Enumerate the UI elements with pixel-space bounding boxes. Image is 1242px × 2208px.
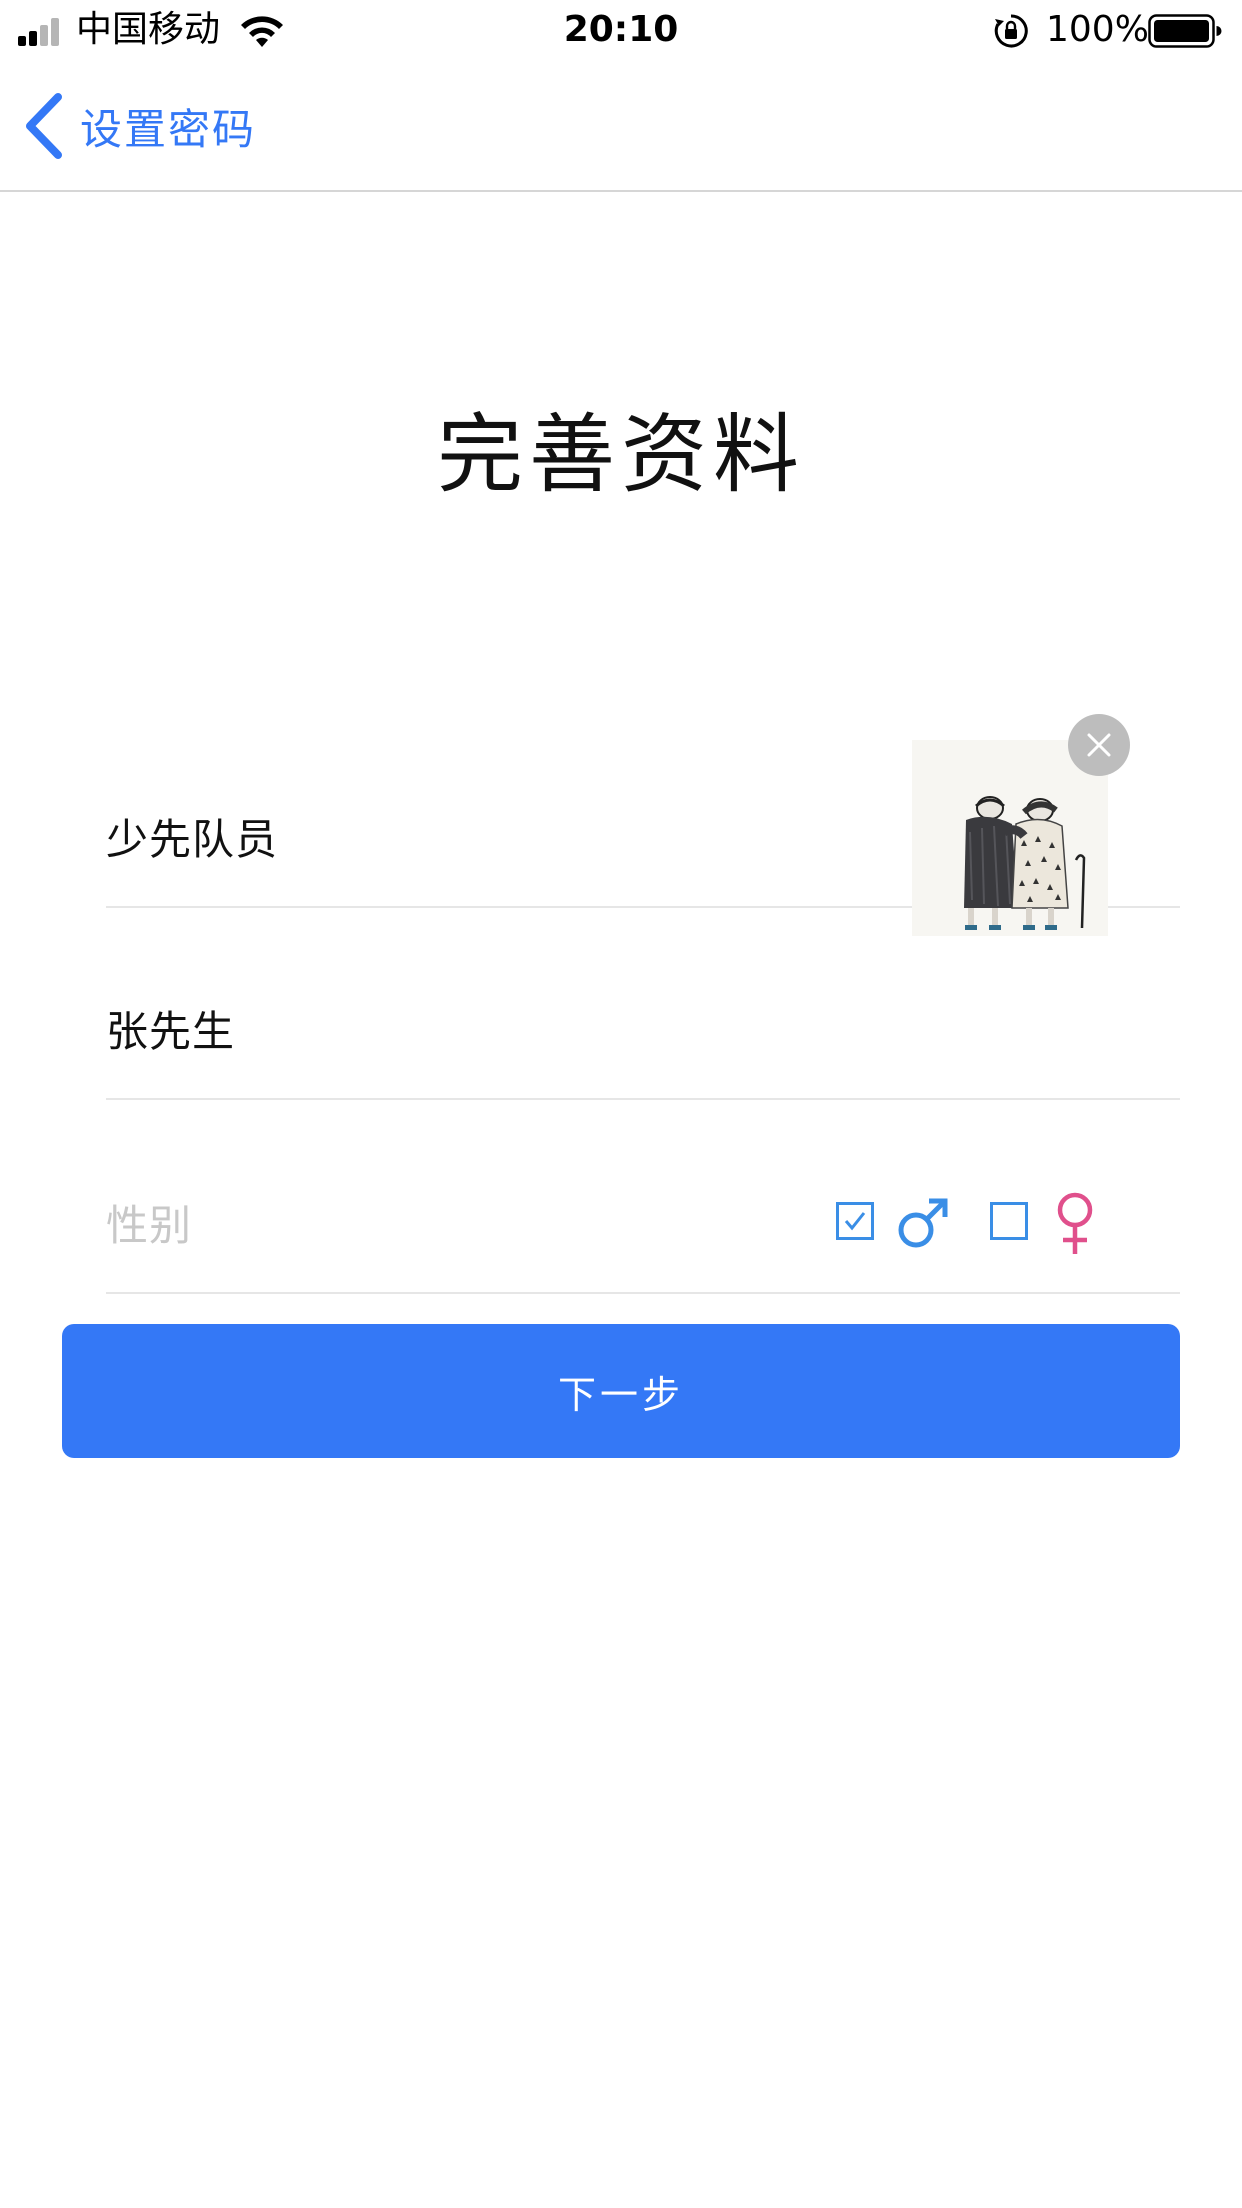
- name-field[interactable]: 张先生: [106, 972, 1180, 1100]
- role-value: 少先队员: [106, 815, 279, 864]
- male-checkbox[interactable]: [836, 1202, 874, 1240]
- next-step-label: 下一步: [557, 1372, 684, 1417]
- back-button-label: 设置密码: [80, 104, 257, 154]
- back-button[interactable]: 设置密码: [20, 90, 256, 162]
- female-symbol-icon[interactable]: [1054, 1192, 1096, 1256]
- battery-percent: 100%: [1046, 9, 1149, 50]
- male-symbol-icon[interactable]: [896, 1196, 950, 1250]
- page-title: 完善资料: [437, 405, 805, 505]
- screen: 中国移动 20:10 100% 设置密码 完善资料 少先队员 张先生 性别 下一…: [0, 0, 1242, 2208]
- name-value: 张先生: [106, 1007, 236, 1056]
- gender-label: 性别: [106, 1201, 193, 1250]
- battery-icon: [1148, 14, 1222, 48]
- rotation-lock-icon: [994, 14, 1028, 48]
- navigation-bar: 设置密码: [0, 60, 1242, 192]
- status-bar: 中国移动 20:10 100%: [0, 0, 1242, 60]
- female-checkbox[interactable]: [990, 1202, 1028, 1240]
- next-step-button[interactable]: 下一步: [62, 1324, 1180, 1458]
- close-icon: [1087, 733, 1111, 757]
- remove-avatar-button[interactable]: [1068, 714, 1130, 776]
- chevron-left-icon: [26, 93, 62, 159]
